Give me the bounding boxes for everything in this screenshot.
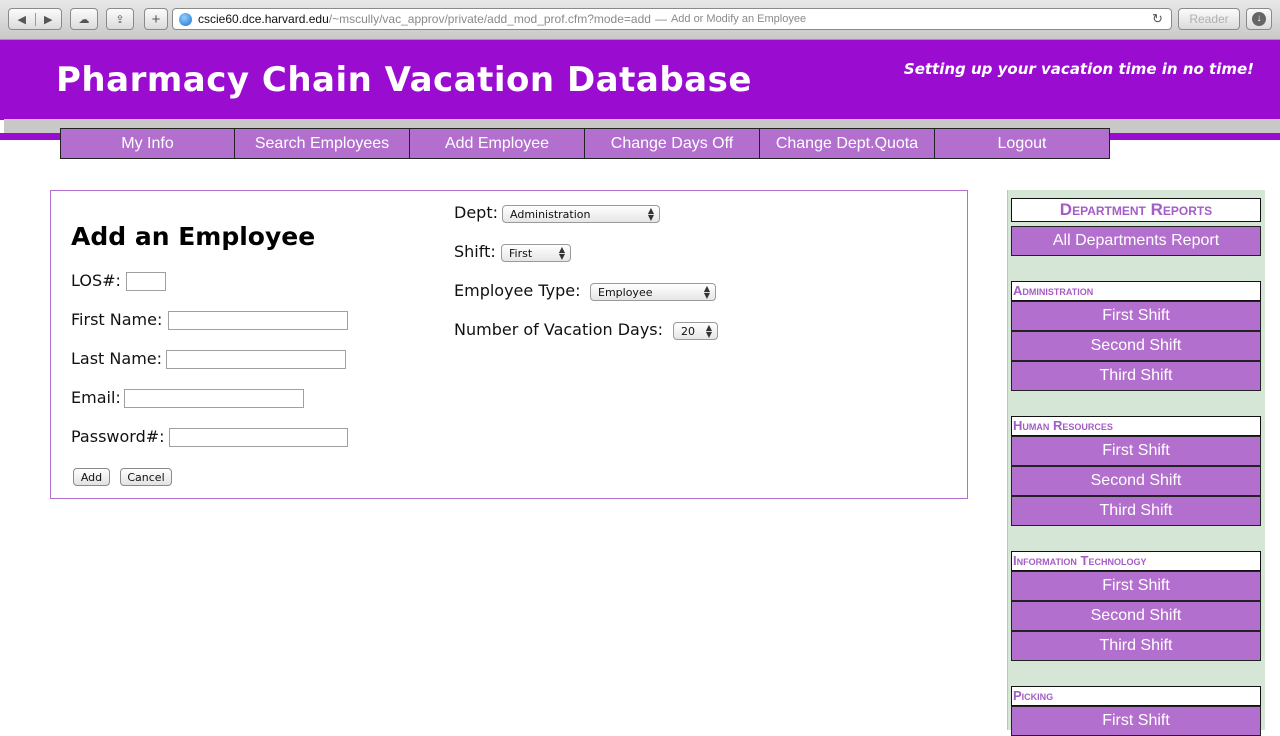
reader-button[interactable]: Reader bbox=[1178, 8, 1240, 30]
tagline: Setting up your vacation time in no time… bbox=[903, 60, 1254, 78]
forward-arrow-icon[interactable]: ▶ bbox=[34, 12, 62, 26]
vacation-days-select[interactable]: 20 ▲ ▼ bbox=[673, 322, 718, 340]
back-arrow-icon[interactable]: ◀ bbox=[9, 13, 35, 26]
shift-select[interactable]: First ▲ ▼ bbox=[501, 244, 571, 262]
main-nav: My Info Search Employees Add Employee Ch… bbox=[60, 128, 1110, 159]
employee-type-label: Employee Type: bbox=[454, 281, 581, 300]
picking-first-shift-link[interactable]: First Shift bbox=[1011, 706, 1261, 736]
first-name-input[interactable] bbox=[168, 311, 348, 330]
it-third-shift-link[interactable]: Third Shift bbox=[1011, 631, 1261, 661]
downloads-button[interactable]: ↓ bbox=[1246, 8, 1272, 30]
admin-first-shift-link[interactable]: First Shift bbox=[1011, 301, 1261, 331]
dept-heading-human-resources: Human Resources bbox=[1011, 416, 1261, 436]
chevron-updown-icon: ▲ ▼ bbox=[703, 284, 710, 300]
last-name-input[interactable] bbox=[166, 350, 346, 369]
dept-select[interactable]: Administration ▲ ▼ bbox=[502, 205, 660, 223]
email-input[interactable] bbox=[124, 389, 304, 408]
new-tab-button[interactable]: + bbox=[144, 8, 168, 30]
password-input[interactable] bbox=[169, 428, 348, 447]
hr-third-shift-link[interactable]: Third Shift bbox=[1011, 496, 1261, 526]
nav-change-dept-quota[interactable]: Change Dept.Quota bbox=[760, 128, 935, 159]
nav-search-employees[interactable]: Search Employees bbox=[235, 128, 410, 159]
chevron-updown-icon: ▲ ▼ bbox=[705, 323, 712, 339]
form-heading: Add an Employee bbox=[71, 222, 316, 251]
it-first-shift-link[interactable]: First Shift bbox=[1011, 571, 1261, 601]
cloud-icon: ☁ bbox=[78, 13, 90, 26]
password-label: Password#: bbox=[71, 427, 165, 446]
los-input[interactable] bbox=[126, 272, 166, 291]
nav-add-employee[interactable]: Add Employee bbox=[410, 128, 585, 159]
page-title: Add or Modify an Employee bbox=[670, 13, 807, 25]
dept-heading-information-technology: Information Technology bbox=[1011, 551, 1261, 571]
reload-icon[interactable]: ↻ bbox=[1152, 11, 1163, 27]
globe-icon bbox=[179, 12, 192, 26]
hr-second-shift-link[interactable]: Second Shift bbox=[1011, 466, 1261, 496]
shift-select-value: First bbox=[509, 246, 533, 260]
los-label: LOS#: bbox=[71, 271, 121, 290]
share-button[interactable]: ⇪ bbox=[106, 8, 134, 30]
all-departments-report-button[interactable]: All Departments Report bbox=[1011, 226, 1261, 256]
add-button[interactable]: Add bbox=[73, 468, 110, 486]
dept-label: Dept: bbox=[454, 203, 498, 222]
vacation-days-label: Number of Vacation Days: bbox=[454, 320, 664, 339]
url-path: /~mscully/vac_approv/private/add_mod_pro… bbox=[328, 12, 651, 26]
plus-icon: + bbox=[151, 10, 161, 28]
nav-my-info[interactable]: My Info bbox=[60, 128, 235, 159]
share-icon: ⇪ bbox=[115, 13, 125, 26]
shift-label: Shift: bbox=[454, 242, 496, 261]
cancel-button[interactable]: Cancel bbox=[120, 468, 172, 486]
nav-change-days-off[interactable]: Change Days Off bbox=[585, 128, 760, 159]
vacation-days-value: 20 bbox=[681, 324, 695, 338]
address-bar[interactable]: cscie60.dce.harvard.edu /~mscully/vac_ap… bbox=[172, 8, 1172, 30]
hr-first-shift-link[interactable]: First Shift bbox=[1011, 436, 1261, 466]
employee-type-select[interactable]: Employee ▲ ▼ bbox=[590, 283, 716, 301]
last-name-label: Last Name: bbox=[71, 349, 163, 368]
email-label: Email: bbox=[71, 388, 121, 407]
back-forward-buttons[interactable]: ◀ ▶ bbox=[8, 8, 62, 30]
it-second-shift-link[interactable]: Second Shift bbox=[1011, 601, 1261, 631]
site-title: Pharmacy Chain Vacation Database bbox=[56, 60, 752, 100]
browser-toolbar: ◀ ▶ ☁ ⇪ + cscie60.dce.harvard.edu /~mscu… bbox=[0, 0, 1280, 40]
dept-select-value: Administration bbox=[510, 207, 591, 221]
admin-third-shift-link[interactable]: Third Shift bbox=[1011, 361, 1261, 391]
chevron-updown-icon: ▲ ▼ bbox=[647, 206, 654, 222]
url-host: cscie60.dce.harvard.edu bbox=[198, 12, 329, 26]
download-icon: ↓ bbox=[1252, 12, 1266, 26]
chevron-updown-icon: ▲ ▼ bbox=[558, 245, 565, 261]
nav-logout[interactable]: Logout bbox=[935, 128, 1110, 159]
dept-heading-picking: Picking bbox=[1011, 686, 1261, 706]
admin-second-shift-link[interactable]: Second Shift bbox=[1011, 331, 1261, 361]
url-separator: — bbox=[654, 12, 667, 26]
first-name-label: First Name: bbox=[71, 310, 163, 329]
department-reports-heading: Department Reports bbox=[1011, 198, 1261, 222]
dept-heading-administration: Administration bbox=[1011, 281, 1261, 301]
icloud-tabs-button[interactable]: ☁ bbox=[70, 8, 98, 30]
employee-type-value: Employee bbox=[598, 285, 653, 299]
